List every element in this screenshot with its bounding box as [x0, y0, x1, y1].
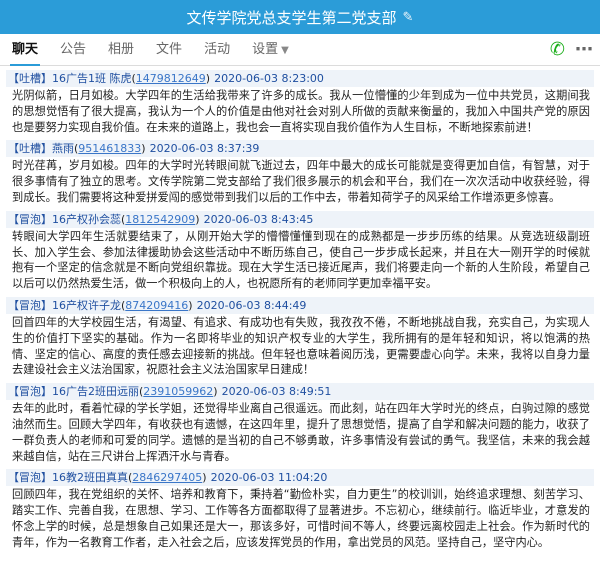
- edit-icon[interactable]: ✎: [403, 10, 414, 25]
- tab-album[interactable]: 相册: [108, 34, 134, 66]
- window-titlebar: 文传学院党总支学生第二党支部 ✎: [0, 0, 600, 34]
- sender-name[interactable]: 16广告2班田远丽: [52, 385, 139, 398]
- tab-announcements-label: 公告: [60, 41, 87, 57]
- message-body: 转眼间大学四年生活就要结束了，从刚开始大学的懵懵懂懂到现在的成熟都是一步步历练的…: [12, 229, 590, 291]
- sender-qq-link[interactable]: 2846297405: [132, 471, 202, 484]
- chat-message: 【冒泡】16产权许子龙(874209416) 2020-06-03 8:44:49…: [6, 296, 594, 381]
- sender-name[interactable]: 16产权许子龙: [52, 299, 121, 312]
- message-header: 【吐槽】燕雨(951461833) 2020-06-03 8:37:39: [6, 140, 594, 158]
- sender-name[interactable]: 16广告1班 陈虎: [52, 72, 132, 85]
- message-tag: 【冒泡】: [8, 385, 52, 399]
- message-time: 2020-06-03 8:37:39: [149, 142, 260, 156]
- message-body: 去年的此时，看着忙碌的学长学姐，还觉得毕业离自己很遥远。而此刻，站在四年大学时光…: [12, 402, 590, 463]
- tab-files-label: 文件: [156, 41, 183, 57]
- chat-message: 【冒泡】16广告2班田远丽(2391059962) 2020-06-03 8:49…: [6, 383, 594, 467]
- sender-name[interactable]: 燕雨: [52, 142, 74, 155]
- message-tag: 【冒泡】: [8, 212, 52, 226]
- message-header: 【冒泡】16产权许子龙(874209416) 2020-06-03 8:44:49: [6, 296, 594, 314]
- message-body: 回顾四年，我在党组织的关怀、培养和教育下，秉持着“勤俭朴实，自力更生”的校训训，…: [12, 488, 590, 549]
- more-icon[interactable]: ⋯: [575, 39, 593, 60]
- sender-name[interactable]: 16产权孙会蕊: [52, 213, 121, 226]
- tab-announcements[interactable]: 公告: [60, 34, 86, 66]
- tab-bar: 聊天 公告 相册 文件 活动 设置 ▼ ✆ ⋯: [0, 34, 600, 66]
- sender-qq-link[interactable]: 1479812649: [136, 72, 206, 85]
- tab-settings-label: 设置: [252, 41, 279, 57]
- chat-message-list[interactable]: 【吐槽】16广告1班 陈虎(1479812649) 2020-06-03 8:23…: [0, 66, 600, 562]
- chat-message: 【吐槽】16广告1班 陈虎(1479812649) 2020-06-03 8:23…: [6, 70, 594, 138]
- sender-qq-link[interactable]: 2391059962: [143, 385, 213, 398]
- message-time: 2020-06-03 8:43:45: [203, 212, 314, 226]
- tab-settings[interactable]: 设置 ▼: [252, 34, 289, 66]
- chevron-down-icon: ▼: [281, 44, 289, 56]
- tab-chat[interactable]: 聊天: [9, 34, 41, 66]
- message-tag: 【吐槽】: [8, 142, 52, 156]
- message-body: 回首四年的大学校园生活，有渴望、有追求、有成功也有失败，我孜孜不倦，不断地挑战自…: [12, 315, 590, 377]
- tab-activities-label: 活动: [204, 41, 231, 57]
- message-body: 时光荏苒，岁月如梭。四年的大学时光转眼间就飞逝过去，四年中最大的成长可能就是变得…: [12, 159, 590, 204]
- message-header: 【冒泡】16教2班田真真(2846297405) 2020-06-03 11:04…: [6, 469, 594, 487]
- chat-message: 【冒泡】16产权孙会蕊(1812542909) 2020-06-03 8:43:4…: [6, 210, 594, 295]
- tab-files[interactable]: 文件: [156, 34, 182, 66]
- message-tag: 【冒泡】: [8, 298, 52, 312]
- message-header: 【吐槽】16广告1班 陈虎(1479812649) 2020-06-03 8:23…: [6, 70, 594, 87]
- sender-qq-link[interactable]: 1812542909: [125, 213, 195, 226]
- message-tag: 【冒泡】: [8, 471, 52, 485]
- tab-album-label: 相册: [108, 41, 135, 57]
- sender-qq-link[interactable]: 874209416: [125, 299, 188, 312]
- message-header: 【冒泡】16广告2班田远丽(2391059962) 2020-06-03 8:49…: [6, 383, 594, 401]
- chat-message: 【冒泡】16教2班田真真(2846297405) 2020-06-03 11:04…: [6, 469, 594, 553]
- message-body: 光阴似箭，日月如梭。大学四年的生活给我带来了许多的成长。我从一位懵懂的少年到成为…: [12, 89, 590, 134]
- message-time: 2020-06-03 8:49:51: [221, 385, 332, 399]
- phone-icon[interactable]: ✆: [550, 39, 565, 60]
- message-time: 2020-06-03 11:04:20: [210, 471, 328, 485]
- message-tag: 【吐槽】: [8, 72, 52, 85]
- sender-qq-link[interactable]: 951461833: [78, 142, 141, 155]
- tab-chat-label: 聊天: [12, 41, 39, 57]
- tab-activities[interactable]: 活动: [204, 34, 230, 66]
- message-time: 2020-06-03 8:44:49: [196, 298, 307, 312]
- message-time: 2020-06-03 8:23:00: [214, 72, 324, 85]
- chat-message: 【吐槽】燕雨(951461833) 2020-06-03 8:37:39 时光荏苒…: [6, 140, 594, 208]
- group-title: 文传学院党总支学生第二党支部: [186, 8, 397, 27]
- tab-bar-actions: ✆ ⋯: [550, 39, 593, 60]
- message-header: 【冒泡】16产权孙会蕊(1812542909) 2020-06-03 8:43:4…: [6, 210, 594, 228]
- sender-name[interactable]: 16教2班田真真: [52, 471, 128, 484]
